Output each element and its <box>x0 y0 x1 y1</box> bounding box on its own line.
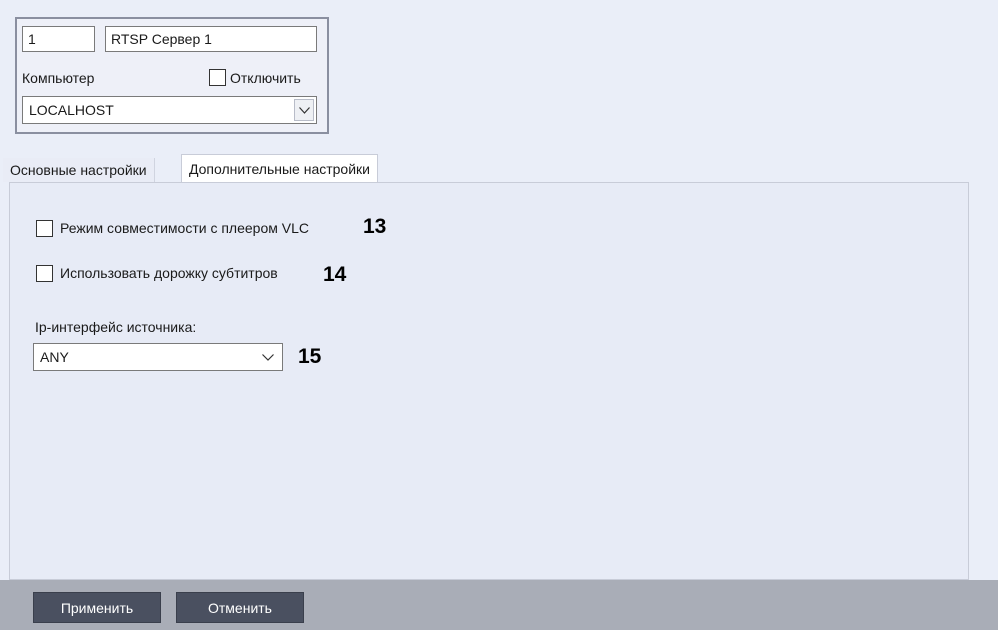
callout-number: 15 <box>298 345 322 368</box>
object-id-field[interactable]: 1 <box>22 26 95 52</box>
chevron-down-icon[interactable] <box>294 99 314 121</box>
subtitles-label: Использовать дорожку субтитров <box>60 265 278 281</box>
ip-interface-label: Ip-интерфейс источника: <box>35 319 197 335</box>
disable-checkbox[interactable] <box>209 69 226 86</box>
apply-button[interactable]: Применить <box>33 592 161 623</box>
subtitles-checkbox[interactable] <box>36 265 53 282</box>
callout-number: 13 <box>363 215 387 238</box>
ip-interface-select[interactable]: ANY <box>33 343 283 371</box>
advanced-settings-panel <box>9 182 969 580</box>
cancel-button[interactable]: Отменить <box>176 592 304 623</box>
tab-basic-settings[interactable]: Основные настройки <box>3 158 155 182</box>
ip-interface-value: ANY <box>40 349 69 365</box>
callout-number: 14 <box>323 263 347 286</box>
footer-bar: Применить Отменить <box>0 580 998 630</box>
object-identity-group: 1 RTSP Сервер 1 Компьютер Отключить LOCA… <box>15 17 329 134</box>
vlc-mode-checkbox[interactable] <box>36 220 53 237</box>
vlc-mode-label: Режим совместимости с плеером VLC <box>60 220 309 236</box>
disable-label: Отключить <box>230 70 301 86</box>
tab-advanced-settings[interactable]: Дополнительные настройки <box>181 154 378 183</box>
computer-select-value: LOCALHOST <box>29 102 114 118</box>
object-name-field[interactable]: RTSP Сервер 1 <box>105 26 317 52</box>
chevron-down-icon[interactable] <box>259 346 277 368</box>
computer-select[interactable]: LOCALHOST <box>22 96 317 124</box>
computer-label: Компьютер <box>22 70 95 86</box>
